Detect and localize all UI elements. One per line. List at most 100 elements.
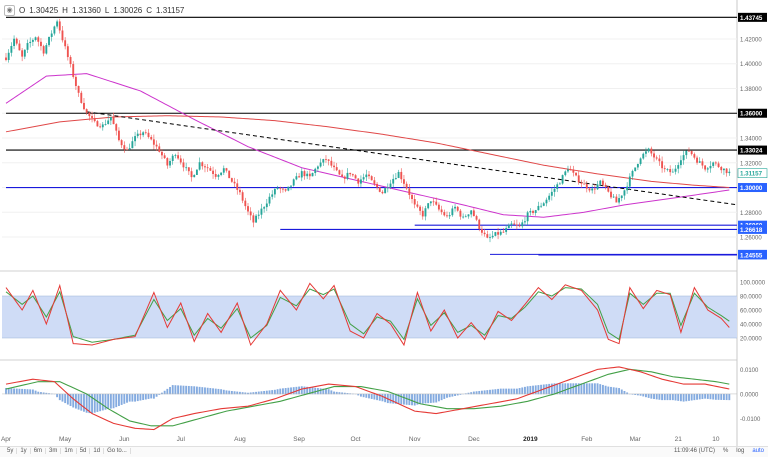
macd-histogram-bar xyxy=(605,386,607,394)
macd-histogram-bar xyxy=(67,394,69,405)
macd-histogram-bar xyxy=(537,385,539,394)
time-tick-label: Mar xyxy=(630,436,642,443)
candle-body xyxy=(529,211,531,212)
candle-body xyxy=(212,171,214,174)
candle-body xyxy=(718,163,720,167)
candle-body xyxy=(169,161,171,165)
candle-body xyxy=(209,168,211,171)
macd-histogram-bar xyxy=(508,389,510,395)
candle-body xyxy=(400,172,402,179)
macd-histogram-bar xyxy=(363,394,365,397)
log-toggle[interactable]: log xyxy=(736,448,744,454)
macd-histogram-bar xyxy=(10,388,12,394)
candle-body xyxy=(540,206,542,207)
macd-histogram-bar xyxy=(126,394,128,403)
candle-body xyxy=(349,173,351,174)
price-label: 1.30000 xyxy=(738,183,767,192)
macd-histogram-bar xyxy=(330,390,332,394)
stochastic-tick-label: 60.0000 xyxy=(740,309,762,315)
candle-body xyxy=(196,170,198,175)
candle-body xyxy=(503,232,505,233)
tf-6m[interactable]: 6m xyxy=(31,448,46,454)
macd-histogram-bar xyxy=(419,394,421,404)
candle-body xyxy=(691,151,693,154)
candle-body xyxy=(43,46,45,53)
macd-histogram-bar xyxy=(282,388,284,394)
ohlc-readout: ◉ O1.30425 H1.31360 L1.30026 C1.31157 xyxy=(4,3,184,17)
candle-body xyxy=(126,149,128,150)
macd-histogram-bar xyxy=(382,394,384,401)
candle-body xyxy=(352,174,354,175)
candle-body xyxy=(183,162,185,167)
macd-histogram-bar xyxy=(712,394,714,400)
candle-body xyxy=(519,225,521,226)
macd-histogram-bar xyxy=(640,394,642,396)
candle-body xyxy=(575,173,577,176)
tf-1y[interactable]: 1y xyxy=(17,448,30,454)
macd-histogram-bar xyxy=(142,394,144,400)
macd-histogram-bar xyxy=(435,394,437,403)
candle-body xyxy=(53,26,55,33)
candle-body xyxy=(80,93,82,103)
tf-5y[interactable]: 5y xyxy=(4,448,17,454)
tf-5d[interactable]: 5d xyxy=(77,448,91,454)
eye-icon[interactable]: ◉ xyxy=(4,5,15,16)
candlestick-chart[interactable]: 1.420001.400001.380001.360001.340001.320… xyxy=(0,0,768,446)
price-label: 1.24555 xyxy=(738,250,767,259)
candle-body xyxy=(481,229,483,233)
macd-histogram-bar xyxy=(107,394,109,409)
percent-toggle[interactable]: % xyxy=(723,448,728,454)
candle-body xyxy=(589,189,591,191)
macd-histogram-bar xyxy=(400,394,402,404)
goto-button[interactable]: Go to... xyxy=(104,448,131,454)
macd-histogram-bar xyxy=(274,390,276,394)
macd-histogram-bar xyxy=(484,390,486,394)
low-label: L xyxy=(105,6,109,15)
macd-histogram-bar xyxy=(535,385,537,394)
candle-body xyxy=(16,39,18,44)
macd-histogram-bar xyxy=(131,394,133,402)
candle-body xyxy=(462,217,464,218)
auto-toggle[interactable]: auto xyxy=(752,448,764,454)
close-label: C xyxy=(146,6,152,15)
candle-body xyxy=(129,148,131,149)
candle-body xyxy=(398,172,400,178)
candle-body xyxy=(473,210,475,216)
tf-3m[interactable]: 3m xyxy=(46,448,61,454)
candle-body xyxy=(91,116,93,118)
candle-body xyxy=(613,197,615,198)
macd-histogram-bar xyxy=(527,386,529,394)
candle-body xyxy=(597,184,599,189)
candle-body xyxy=(484,233,486,234)
candle-body xyxy=(330,161,332,166)
candle-body xyxy=(199,162,201,169)
candle-body xyxy=(580,182,582,183)
macd-histogram-bar xyxy=(193,386,195,394)
candle-body xyxy=(554,189,556,192)
macd-histogram-bar xyxy=(602,385,604,394)
candle-body xyxy=(551,192,553,196)
candle-body xyxy=(438,205,440,210)
candle-body xyxy=(40,42,42,46)
candle-body xyxy=(632,171,634,177)
stochastic-tick-label: 20.0000 xyxy=(740,337,762,343)
macd-histogram-bar xyxy=(365,394,367,398)
macd-histogram-bar xyxy=(301,386,303,394)
tf-1m[interactable]: 1m xyxy=(61,448,76,454)
macd-histogram-bar xyxy=(102,394,104,411)
candle-body xyxy=(605,185,607,187)
macd-histogram-bar xyxy=(172,385,174,394)
candle-body xyxy=(261,209,263,215)
macd-histogram-bar xyxy=(667,394,669,400)
price-label-text: 1.24555 xyxy=(740,252,763,259)
candle-body xyxy=(204,166,206,167)
candle-body xyxy=(244,201,246,206)
macd-histogram-bar xyxy=(691,394,693,401)
tf-1d[interactable]: 1d xyxy=(90,448,104,454)
time-tick-label: Nov xyxy=(409,436,421,443)
macd-histogram-bar xyxy=(325,389,327,394)
candle-body xyxy=(395,178,397,179)
candle-body xyxy=(454,207,456,209)
candle-body xyxy=(333,166,335,167)
macd-histogram-bar xyxy=(183,386,185,395)
